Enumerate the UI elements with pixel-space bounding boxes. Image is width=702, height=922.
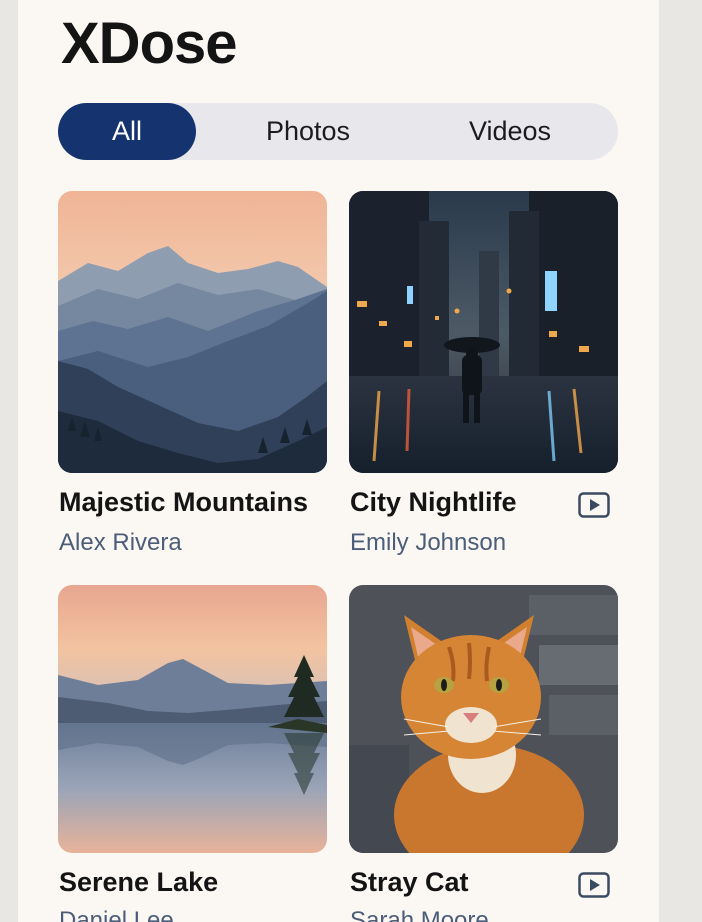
gallery-card-city-nightlife[interactable]: City Nightlife Emily Johnson	[349, 191, 618, 561]
app-title: XDose	[61, 11, 238, 76]
card-title: Serene Lake	[59, 867, 219, 897]
card-author[interactable]: Alex Rivera	[59, 529, 182, 557]
card-author[interactable]: Daniel Lee	[59, 907, 174, 922]
gallery-card-majestic-mountains[interactable]: Majestic Mountains Alex Rivera	[58, 191, 327, 561]
thumbnail-city[interactable]	[349, 191, 618, 473]
rainy-city-street-image	[349, 191, 618, 473]
card-title: City Nightlife	[350, 487, 517, 517]
tab-videos[interactable]: Videos	[410, 103, 610, 160]
tab-all[interactable]: All	[58, 103, 196, 160]
mountain-landscape-image	[58, 191, 327, 473]
orange-tabby-cat-image	[349, 585, 618, 853]
card-title: Majestic Mountains	[59, 487, 309, 517]
filter-segmented-control: All Photos Videos	[58, 103, 618, 160]
video-play-icon	[578, 492, 610, 518]
lake-reflection-image	[58, 585, 327, 853]
tab-photos[interactable]: Photos	[208, 103, 408, 160]
thumbnail-mountains[interactable]	[58, 191, 327, 473]
card-title: Stray Cat	[350, 867, 469, 897]
thumbnail-lake[interactable]	[58, 585, 327, 853]
app-panel: XDose All Photos Videos Majestic Mountai…	[18, 0, 659, 922]
card-author[interactable]: Emily Johnson	[350, 529, 506, 557]
gallery-card-stray-cat[interactable]: Stray Cat Sarah Moore	[349, 585, 618, 922]
gallery-card-serene-lake[interactable]: Serene Lake Daniel Lee	[58, 585, 327, 922]
card-author[interactable]: Sarah Moore	[350, 907, 489, 922]
video-play-icon	[578, 872, 610, 898]
thumbnail-cat[interactable]	[349, 585, 618, 853]
